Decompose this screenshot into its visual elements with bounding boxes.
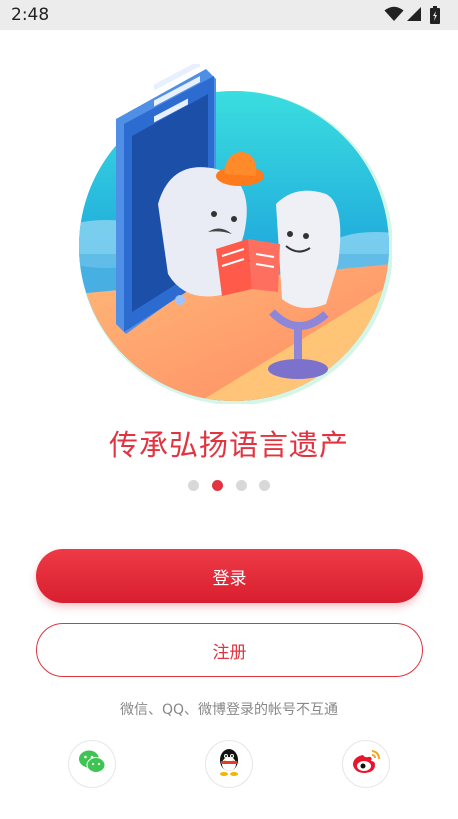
weibo-icon [351, 749, 381, 779]
wechat-login-button[interactable] [68, 740, 116, 788]
carousel-dot[interactable] [236, 480, 247, 491]
login-button[interactable]: 登录 [36, 549, 423, 603]
hero-illustration [76, 60, 393, 405]
battery-icon [430, 6, 440, 28]
status-time: 2:48 [11, 5, 50, 25]
qq-icon [216, 747, 242, 781]
third-party-notice: 微信、QQ、微博登录的帐号不互通 [119, 702, 339, 718]
carousel-indicators [0, 480, 458, 492]
wifi-icon [384, 6, 404, 26]
slogan-title: 传承弘扬语言遗产 [108, 428, 349, 462]
weibo-login-button[interactable] [342, 740, 390, 788]
status-bar: 2:48 [0, 0, 458, 30]
register-button[interactable]: 注册 [36, 623, 423, 677]
carousel-dot-active[interactable] [212, 480, 223, 491]
signal-icon [406, 6, 422, 26]
carousel-dot[interactable] [259, 480, 270, 491]
carousel-dot[interactable] [188, 480, 199, 491]
wechat-icon [78, 749, 106, 779]
qq-login-button[interactable] [205, 740, 253, 788]
